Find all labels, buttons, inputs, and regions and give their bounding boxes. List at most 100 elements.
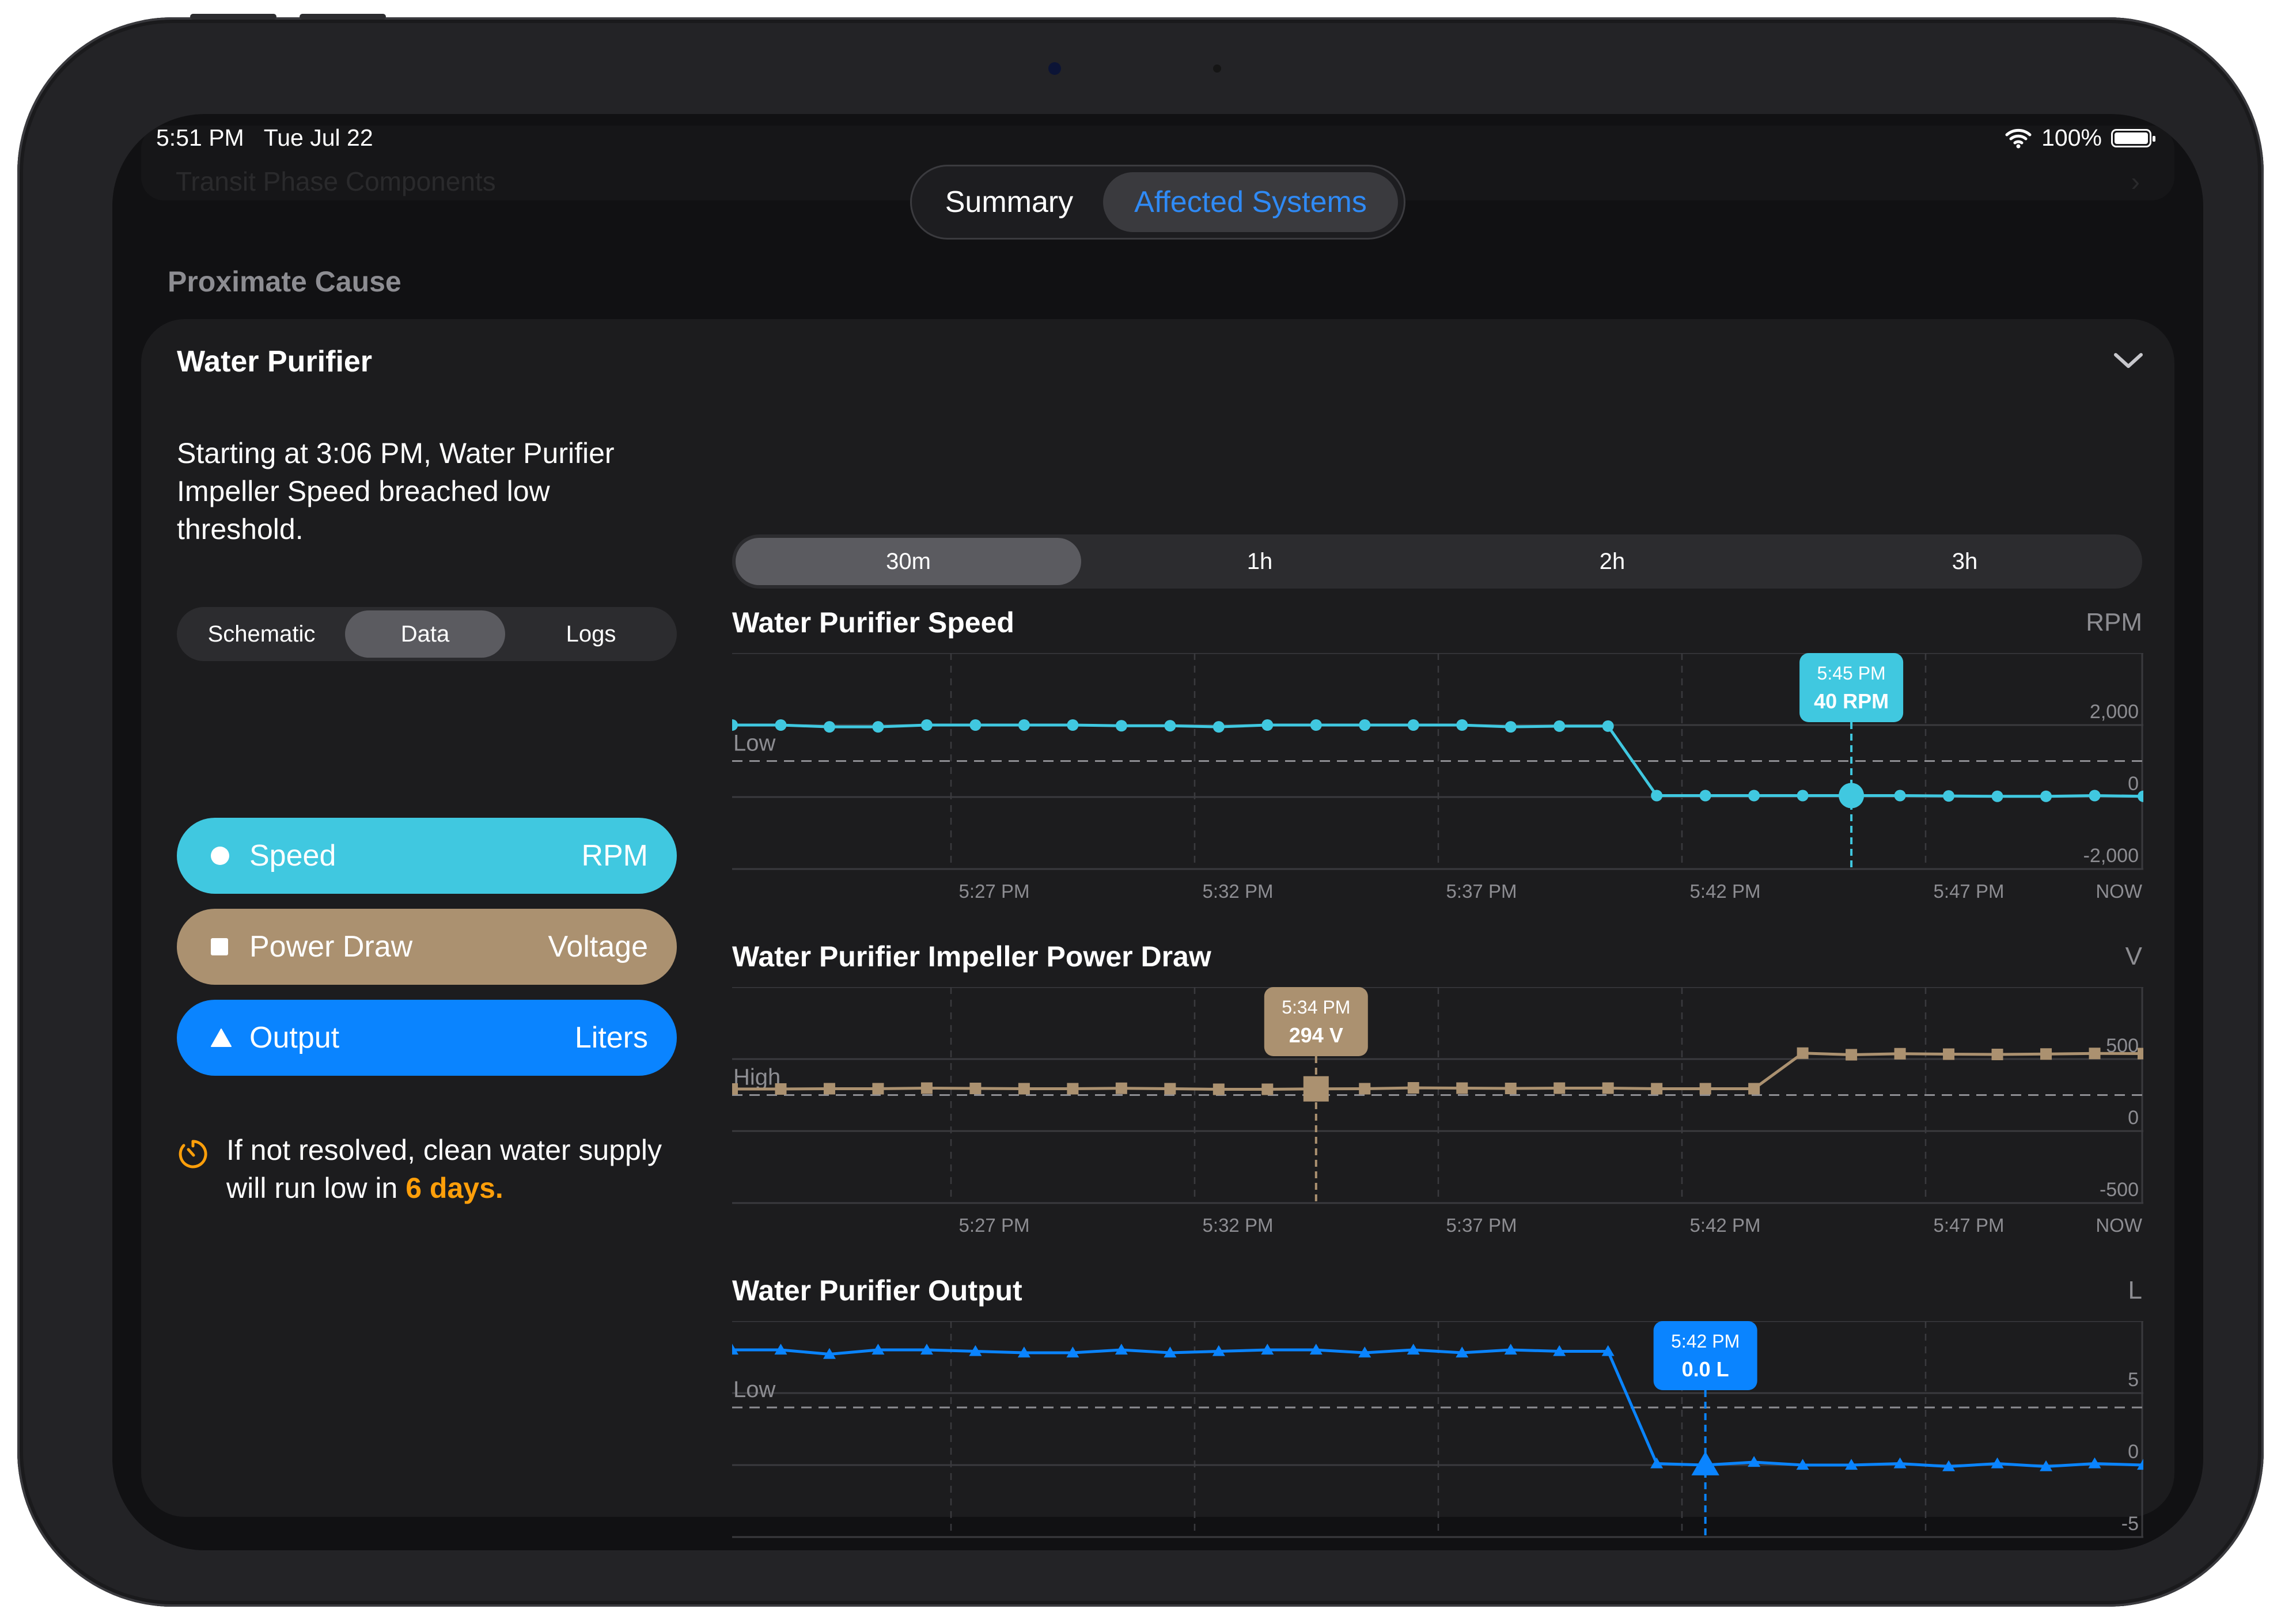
- x-tick-label: 5:32 PM: [1203, 1549, 1274, 1550]
- y-tick-label: -5: [2121, 1513, 2139, 1535]
- chart-unit-output: L: [2128, 1276, 2142, 1304]
- data-point: [1894, 1048, 1906, 1060]
- data-point: [1602, 1082, 1614, 1094]
- data-point: [1310, 719, 1322, 731]
- range-2h[interactable]: 2h: [1439, 538, 1785, 585]
- range-3h[interactable]: 3h: [1792, 538, 2138, 585]
- tooltip[interactable]: 5:45 PM 40 RPM: [1799, 653, 1904, 722]
- wifi-icon: [2005, 128, 2032, 148]
- chart-title-output: Water Purifier Output: [732, 1274, 1022, 1307]
- data-point: [1505, 721, 1517, 733]
- chart-unit-power-draw: V: [2125, 942, 2142, 970]
- triangle-icon: [211, 1029, 232, 1047]
- tab-summary[interactable]: Summary: [918, 172, 1101, 232]
- x-tick-label: 5:27 PM: [959, 1549, 1030, 1550]
- series-toggle-power-draw[interactable]: Power Draw Voltage: [177, 909, 677, 985]
- threshold-label: Low: [733, 731, 775, 756]
- data-point: [1797, 1047, 1809, 1059]
- data-point: [775, 1083, 787, 1095]
- data-point: [920, 1082, 933, 1094]
- data-point: [1797, 790, 1809, 802]
- chevron-down-icon[interactable]: [2111, 349, 2146, 372]
- y-tick-label: 0: [2128, 773, 2139, 795]
- volume-button: [190, 14, 276, 20]
- series-toggle-output[interactable]: Output Liters: [177, 1000, 677, 1076]
- series-label: Power Draw: [249, 930, 413, 963]
- x-tick-label: 5:32 PM: [1203, 1215, 1274, 1236]
- x-tick-label: 5:32 PM: [1203, 881, 1274, 902]
- x-tick-label: 5:37 PM: [1446, 1215, 1517, 1236]
- output-chart[interactable]: Low 5 0 -5 5:27 PM 5:32 PM 5:37 PM 5:42 PM 5:47 …: [732, 1321, 2143, 1550]
- power-draw-chart[interactable]: High5000-5005:27 PM 5:32 PM 5:37 PM 5:42 PM…: [732, 987, 2143, 1258]
- range-30m[interactable]: 30m: [736, 538, 1081, 585]
- data-point: [1407, 1082, 1419, 1094]
- x-tick-label: 5:42 PM: [1690, 1549, 1761, 1550]
- chart-unit-speed: RPM: [2086, 608, 2142, 636]
- data-point: [1602, 720, 1614, 732]
- data-point: [1115, 1082, 1127, 1094]
- data-point: [1943, 790, 1955, 802]
- data-point: [732, 719, 738, 731]
- y-tick-label: 0: [2128, 1441, 2139, 1463]
- data-point: [1115, 720, 1127, 732]
- data-point: [775, 719, 787, 731]
- series-label: Speed: [249, 839, 336, 872]
- section-heading: Proximate Cause: [168, 265, 401, 298]
- data-point: [1261, 1083, 1274, 1095]
- data-point: [1213, 1083, 1225, 1095]
- battery-icon: [2111, 128, 2155, 147]
- x-tick-label: 5:27 PM: [959, 1215, 1030, 1236]
- threshold-label: High: [733, 1065, 780, 1090]
- segment-schematic[interactable]: Schematic: [180, 610, 343, 658]
- data-point: [2040, 1048, 2052, 1060]
- data-point: [1748, 1083, 1760, 1095]
- data-point: [1456, 1082, 1468, 1094]
- data-point: [969, 1083, 982, 1094]
- tooltip-time: 5:34 PM: [1282, 997, 1350, 1018]
- x-tick-label: 5:47 PM: [1934, 1549, 2005, 1550]
- data-point: [2138, 1048, 2143, 1060]
- y-tick-label: -2,000: [2083, 845, 2139, 867]
- sensor-dot: [1213, 64, 1221, 73]
- x-tick-label: 5:27 PM: [959, 881, 1030, 902]
- tooltip[interactable]: 5:34 PM 294 V: [1264, 987, 1368, 1056]
- range-1h[interactable]: 1h: [1087, 538, 1433, 585]
- data-point: [1553, 1082, 1566, 1094]
- data-point: [1553, 720, 1566, 732]
- tab-affected-systems[interactable]: Affected Systems: [1103, 172, 1398, 232]
- data-point: [1943, 1048, 1955, 1060]
- x-tick-label: NOW: [2096, 881, 2143, 902]
- series-toggle-speed[interactable]: Speed RPM: [177, 818, 677, 894]
- incident-description: Starting at 3:06 PM, Water Purifier Impe…: [177, 437, 615, 545]
- front-camera: [1048, 62, 1061, 75]
- y-tick-label: 5: [2128, 1369, 2139, 1391]
- view-switcher: Summary Affected Systems: [910, 165, 1405, 240]
- y-tick-label: 0: [2128, 1107, 2139, 1129]
- data-point: [1456, 719, 1468, 731]
- segment-data[interactable]: Data: [345, 610, 505, 658]
- data-point: [1067, 1083, 1079, 1095]
- x-tick-label: 5:37 PM: [1446, 881, 1517, 902]
- battery-percent: 100%: [2041, 124, 2102, 151]
- data-point: [1699, 1083, 1711, 1095]
- data-point: [823, 1083, 835, 1095]
- data-point: [1839, 783, 1865, 809]
- tooltip[interactable]: 5:42 PM 0.0 L: [1653, 1321, 1757, 1390]
- status-bar: 5:51 PM Tue Jul 22 100%: [112, 114, 2203, 166]
- status-time: 5:51 PM: [156, 124, 244, 151]
- data-point: [2089, 790, 2101, 802]
- data-point: [1164, 1083, 1176, 1095]
- x-tick-label: 5:42 PM: [1690, 1215, 1761, 1236]
- x-tick-label: NOW: [2096, 1549, 2143, 1550]
- segment-logs[interactable]: Logs: [509, 610, 673, 658]
- data-point: [1651, 790, 1663, 802]
- data-point: [1407, 719, 1419, 731]
- data-point: [1894, 790, 1906, 802]
- data-point: [1991, 1049, 2003, 1060]
- chevron-right-icon: ›: [2131, 166, 2140, 196]
- speed-chart[interactable]: Low 2,000 0 -2,000 5:27 PM 5:32 PM 5:37 PM 5:42…: [732, 653, 2143, 924]
- power-button: [300, 14, 386, 20]
- time-range-segment: 30m 1h 2h 3h: [732, 534, 2142, 589]
- data-point: [1018, 719, 1030, 731]
- card-title: Water Purifier: [177, 345, 373, 378]
